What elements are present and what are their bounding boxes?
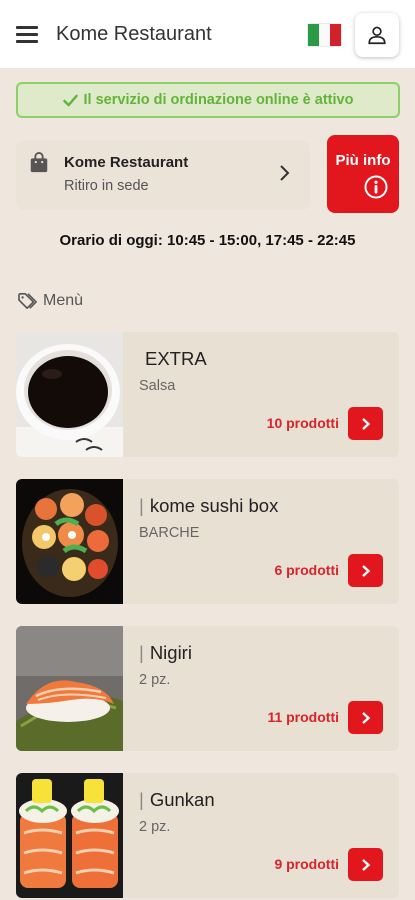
category-name: | Nigiri (139, 642, 192, 664)
category-card-extra[interactable]: EXTRA Salsa 10 prodotti (16, 332, 399, 457)
open-category-button[interactable] (348, 407, 383, 440)
open-category-button[interactable] (348, 848, 383, 881)
user-icon (368, 26, 386, 45)
chevron-right-icon (361, 564, 370, 577)
category-name: | Gunkan (139, 789, 215, 811)
category-image-gunkan (16, 773, 123, 898)
category-card-kome-sushi-box[interactable]: | kome sushi box BARCHE 6 prodotti (16, 479, 399, 604)
opening-hours: Orario di oggi: 10:45 - 15:00, 17:45 - 2… (59, 232, 356, 249)
chevron-right-icon (361, 417, 370, 430)
category-title: EXTRA (145, 348, 207, 369)
more-info-button[interactable]: Più info (327, 135, 399, 213)
category-prefix: | (139, 495, 144, 516)
category-prefix: | (139, 789, 144, 810)
category-image-soy-sauce (16, 332, 123, 457)
product-count: 9 prodotti (274, 856, 339, 872)
app-title: Kome Restaurant (56, 23, 212, 45)
tag-icon (18, 292, 37, 310)
restaurant-name: Kome Restaurant (64, 154, 189, 171)
product-count: 11 prodotti (267, 709, 339, 725)
category-description: 2 pz. (139, 819, 171, 835)
menu-hamburger-icon[interactable] (16, 24, 38, 43)
top-bar: Kome Restaurant (0, 0, 415, 68)
user-account-button[interactable] (355, 13, 399, 57)
category-prefix: | (139, 642, 144, 663)
category-description: 2 pz. (139, 672, 171, 688)
info-icon (364, 175, 388, 199)
menu-heading-label: Menù (43, 292, 84, 309)
product-count: 10 prodotti (266, 415, 339, 431)
category-card-gunkan[interactable]: | Gunkan 2 pz. 9 prodotti (16, 773, 399, 898)
italy-flag-icon[interactable] (308, 24, 341, 46)
category-description: BARCHE (139, 525, 200, 541)
product-count: 6 prodotti (274, 562, 339, 578)
status-text: Il servizio di ordinazione online è atti… (83, 92, 354, 108)
open-category-button[interactable] (348, 701, 383, 734)
category-title: kome sushi box (149, 495, 279, 516)
status-banner: Il servizio di ordinazione online è atti… (16, 82, 400, 118)
category-description: Salsa (139, 378, 176, 394)
chevron-right-icon (361, 858, 370, 871)
open-category-button[interactable] (348, 554, 383, 587)
check-icon (62, 94, 78, 107)
category-title: Nigiri (149, 642, 192, 663)
category-name: | kome sushi box (139, 495, 278, 517)
category-title: Gunkan (149, 789, 215, 810)
shopping-bag-icon (28, 152, 50, 179)
more-info-label: Più info (335, 152, 391, 169)
restaurant-card[interactable]: Kome Restaurant Ritiro in sede (16, 140, 310, 210)
menu-heading: Menù (17, 292, 83, 310)
category-image-sushi-box (16, 479, 123, 604)
pickup-mode: Ritiro in sede (64, 178, 149, 194)
category-image-nigiri (16, 626, 123, 751)
category-name: EXTRA (139, 348, 207, 370)
chevron-right-icon (278, 164, 290, 187)
chevron-right-icon (361, 711, 370, 724)
category-card-nigiri[interactable]: | Nigiri 2 pz. 11 prodotti (16, 626, 399, 751)
